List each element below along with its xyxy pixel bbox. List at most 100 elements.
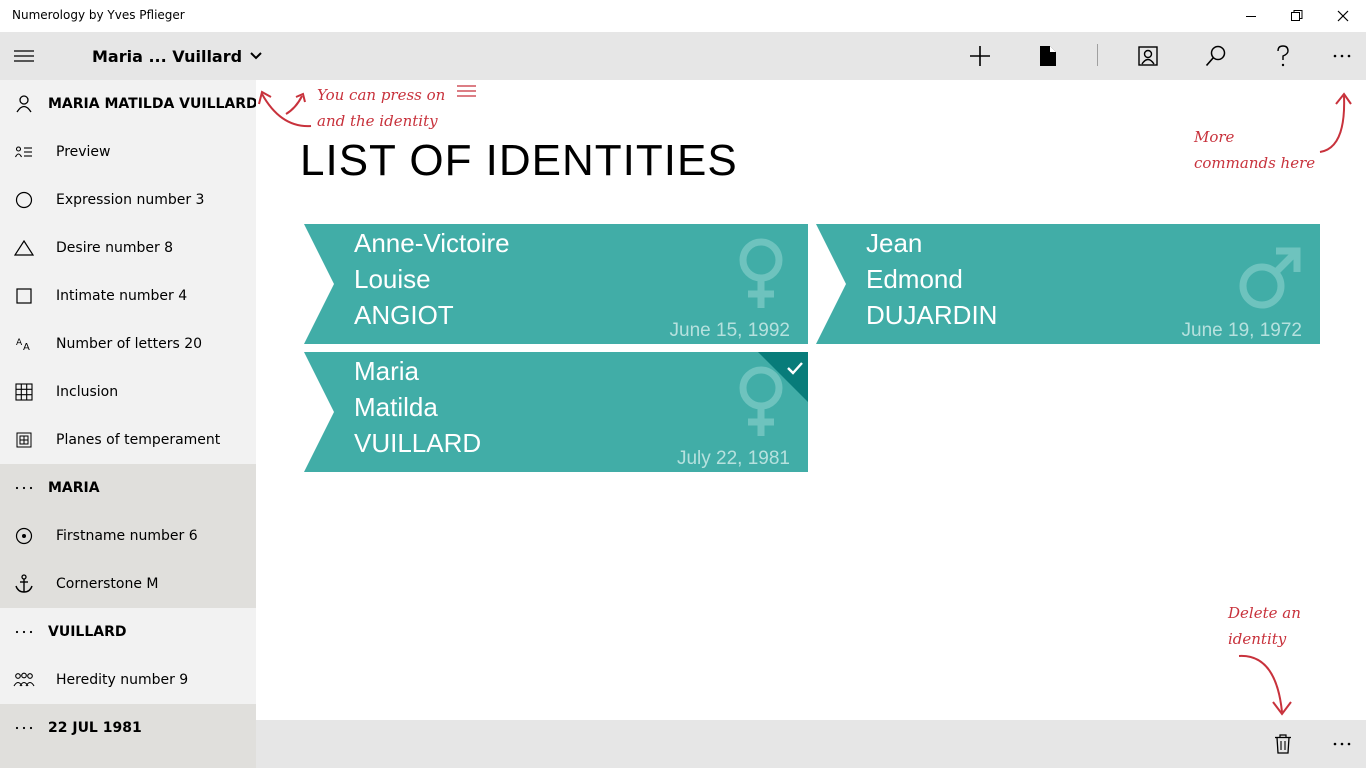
- document-button[interactable]: [1024, 32, 1072, 80]
- main-content: LIST OF IDENTITIES Anne-Victoire Louise …: [256, 80, 1366, 720]
- identity-middle-name: Louise: [354, 264, 431, 294]
- sidebar-item-label: Cornerstone M: [56, 576, 159, 592]
- sidebar-item-intimate[interactable]: Intimate number 4: [0, 272, 256, 320]
- sidebar-item-desire[interactable]: Desire number 8: [0, 224, 256, 272]
- date-header-label: 22 JUL 1981: [48, 720, 142, 736]
- identity-card-selected[interactable]: Maria Matilda VUILLARD July 22, 1981: [304, 352, 808, 472]
- triangle-icon: [12, 236, 36, 260]
- minimize-button[interactable]: [1228, 0, 1274, 32]
- identity-middle-name: Matilda: [354, 392, 438, 422]
- sidebar-item-label: Preview: [56, 144, 111, 160]
- hamburger-icon: [14, 50, 34, 62]
- identity-last-name: ANGIOT: [354, 300, 454, 330]
- lastname-header-label: VUILLARD: [48, 624, 127, 640]
- sidebar-item-label: Planes of temperament: [56, 432, 221, 448]
- sidebar-firstname-header[interactable]: MARIA: [0, 464, 256, 512]
- sidebar-item-preview[interactable]: Preview: [0, 128, 256, 176]
- ellipsis-icon: [12, 716, 36, 740]
- card-notch: [304, 224, 334, 344]
- document-icon: [1040, 46, 1056, 66]
- circle-icon: [12, 188, 36, 212]
- help-button[interactable]: [1259, 32, 1307, 80]
- annotation-more-line2: commands here: [1194, 154, 1316, 172]
- sidebar-item-label: Firstname number 6: [56, 528, 198, 544]
- identity-header-label: MARIA MATILDA VUILLARD: [48, 96, 256, 112]
- app-title: Numerology by Yves Pflieger: [12, 8, 185, 22]
- identity-birth-date: June 19, 1972: [1181, 320, 1302, 341]
- annotation-more-line1: More: [1194, 128, 1235, 146]
- person-icon: [12, 92, 36, 116]
- letters-icon: AA: [12, 332, 36, 356]
- sidebar-item-label: Expression number 3: [56, 192, 205, 208]
- command-separator: [1097, 44, 1098, 66]
- family-icon: [12, 668, 36, 692]
- sidebar-item-heredity[interactable]: Heredity number 9: [0, 656, 256, 704]
- sidebar-item-label: Desire number 8: [56, 240, 174, 256]
- sidebar-item-label: Inclusion: [56, 384, 119, 400]
- sidebar-item-firstname[interactable]: Firstname number 6: [0, 512, 256, 560]
- planes-icon: [12, 428, 36, 452]
- bottom-more-button[interactable]: [1318, 720, 1366, 768]
- hamburger-button[interactable]: [0, 32, 48, 80]
- identity-first-name: Jean: [866, 228, 923, 258]
- annotation-delete-line2: identity: [1228, 630, 1287, 648]
- search-button[interactable]: [1192, 32, 1240, 80]
- identity-card-icon: [1138, 46, 1158, 66]
- identity-last-name: DUJARDIN: [866, 300, 998, 330]
- chevron-down-icon: [250, 52, 262, 60]
- sidebar-date-header[interactable]: 22 JUL 1981: [0, 704, 256, 752]
- identity-card[interactable]: Jean Edmond DUJARDIN June 19, 1972: [816, 224, 1320, 344]
- sidebar-item-cornerstone[interactable]: Cornerstone M: [0, 560, 256, 608]
- sidebar-item-next[interactable]: [0, 752, 256, 768]
- sidebar-identity-header[interactable]: MARIA MATILDA VUILLARD: [0, 80, 256, 128]
- minimize-icon: [1246, 16, 1256, 17]
- identity-first-name: Anne-Victoire: [354, 228, 510, 258]
- restore-button[interactable]: [1274, 0, 1320, 32]
- sidebar-lastname-header[interactable]: VUILLARD: [0, 608, 256, 656]
- square-icon: [12, 284, 36, 308]
- identity-selector[interactable]: Maria ... Vuillard: [92, 32, 262, 80]
- svg-text:A: A: [23, 342, 30, 351]
- female-icon: [736, 238, 786, 314]
- annotation-delete-line1: Delete an: [1228, 604, 1301, 622]
- ellipsis-icon: [12, 620, 36, 644]
- more-icon: [1333, 54, 1351, 58]
- sidebar-item-label: Heredity number 9: [56, 672, 189, 688]
- identity-first-name: Maria: [354, 356, 420, 386]
- identity-birth-date: June 15, 1992: [669, 320, 790, 341]
- sidebar-item-letters[interactable]: AA Number of letters 20: [0, 320, 256, 368]
- more-button[interactable]: [1318, 32, 1366, 80]
- annotation-hamburger-line1: You can press on: [317, 86, 446, 104]
- close-icon: [1337, 10, 1349, 22]
- restore-icon: [1291, 10, 1303, 21]
- sidebar-item-planes[interactable]: Planes of temperament: [0, 416, 256, 464]
- sidebar-item-inclusion[interactable]: Inclusion: [0, 368, 256, 416]
- anchor-icon: [12, 572, 36, 596]
- add-icon: [970, 46, 990, 66]
- annotation-arrow-more: [1319, 92, 1352, 153]
- identity-card[interactable]: Anne-Victoire Louise ANGIOT June 15, 199…: [304, 224, 808, 344]
- help-icon: [1277, 45, 1289, 67]
- sidebar-item-expression[interactable]: Expression number 3: [0, 176, 256, 224]
- target-icon: [12, 524, 36, 548]
- ellipsis-icon: [12, 476, 36, 500]
- identity-card-button[interactable]: [1124, 32, 1172, 80]
- sidebar-item-label: Number of letters 20: [56, 336, 203, 352]
- identity-selector-label: Maria ... Vuillard: [92, 46, 243, 66]
- checkmark-icon: [787, 360, 803, 379]
- add-button[interactable]: [956, 32, 1004, 80]
- close-button[interactable]: [1320, 0, 1366, 32]
- card-notch: [816, 224, 846, 344]
- grid-icon: [12, 380, 36, 404]
- preview-icon: [12, 140, 36, 164]
- trash-icon: [1275, 734, 1291, 754]
- sidebar-item-label: Intimate number 4: [56, 288, 188, 304]
- identity-middle-name: Edmond: [866, 264, 963, 294]
- svg-text:A: A: [16, 338, 23, 348]
- delete-button[interactable]: [1259, 720, 1307, 768]
- male-icon: [1238, 246, 1302, 314]
- identity-birth-date: July 22, 1981: [676, 448, 790, 469]
- annotation-hamburger-icon: [457, 85, 476, 97]
- search-icon: [1205, 45, 1226, 67]
- more-icon: [1333, 742, 1351, 746]
